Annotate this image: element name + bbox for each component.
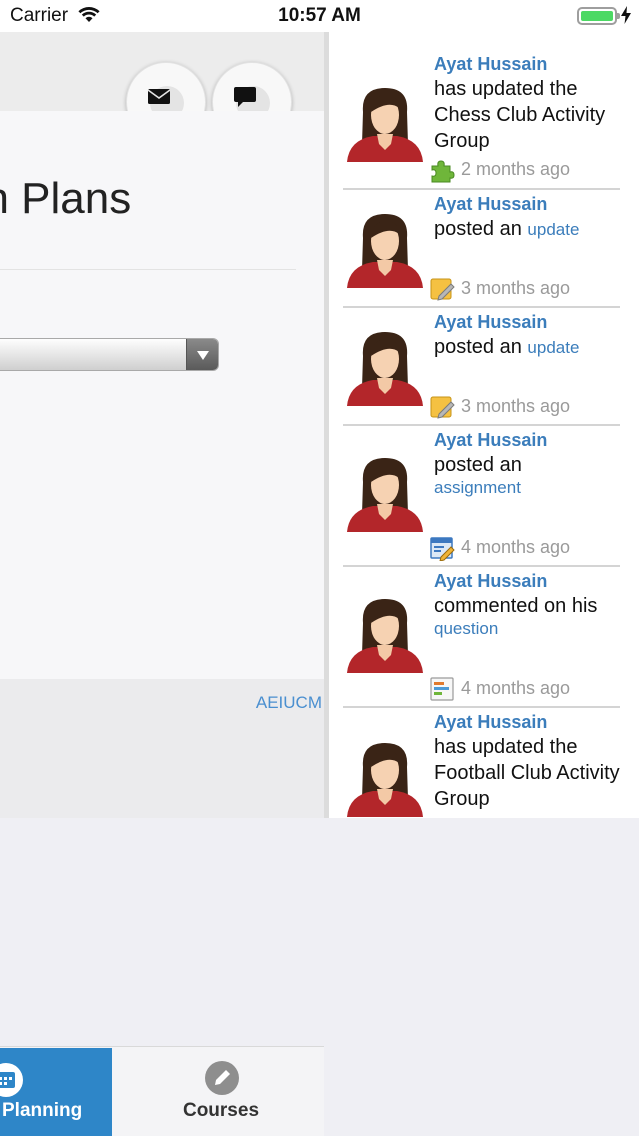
feed-text: posted an [434,336,522,358]
feed-author[interactable]: Ayat Hussain [434,192,624,216]
avatar [347,214,423,288]
feed-item[interactable]: Ayat Hussain has updated the Chess Club … [343,52,625,190]
feed-author[interactable]: Ayat Hussain [434,310,624,334]
tab-courses-label: Courses [182,1100,260,1121]
charging-bolt-icon [621,6,631,24]
feed-text: posted an [434,454,522,476]
tab-planning[interactable]: Planning [0,1048,112,1136]
calendar-icon [0,1063,23,1097]
feed-timestamp: 4 months ago [461,678,571,698]
feed-timestamp: 3 months ago [461,396,571,416]
puzzle-icon [431,160,455,183]
feed-text: has updated the Chess Club Activity Grou… [434,78,606,152]
feed-text: commented on his [434,595,598,617]
feed-link[interactable]: update [527,220,579,239]
status-bar: Carrier 10:57 AM [0,0,639,32]
feed-author[interactable]: Ayat Hussain [434,710,624,734]
question-icon [430,677,454,701]
avatar [347,332,423,406]
battery-icon [577,7,620,25]
activity-feed: Ayat Hussain has updated the Chess Club … [324,32,639,818]
page-title: on Plans [0,174,132,223]
feed-author[interactable]: Ayat Hussain [434,569,624,593]
feed-link[interactable]: update [527,338,579,357]
feed-timestamp: 3 months ago [461,278,571,298]
avatar [347,458,423,532]
feed-author[interactable]: Ayat Hussain [434,428,624,452]
tab-bar: Planning Courses [0,1046,324,1136]
feed-text: posted an [434,218,522,240]
feed-item[interactable]: Ayat Hussain commented on his question 4… [343,567,625,708]
footer-link[interactable]: AEIUCM [256,693,322,713]
footer: AEIUCM [0,679,324,818]
feed-link[interactable]: question [434,619,624,639]
plan-select[interactable] [0,338,219,371]
feed-link[interactable]: assignment [434,478,624,498]
note-pencil-icon [430,396,455,419]
assignment-icon [430,537,455,561]
pencil-icon [205,1061,239,1095]
avatar [347,743,423,817]
feed-author[interactable]: Ayat Hussain [434,52,624,76]
feed-text: has updated the Football Club Activity G… [434,736,620,810]
feed-item[interactable]: Ayat Hussain has updated the Football Cl… [343,708,625,818]
tab-planning-label: Planning [2,1100,83,1121]
feed-item[interactable]: Ayat Hussain posted an update 3 months a… [343,308,625,426]
feed-item[interactable]: Ayat Hussain posted an update 3 months a… [343,190,625,308]
tab-courses[interactable]: Courses [112,1048,324,1136]
feed-item[interactable]: Ayat Hussain posted an assignment 4 mont… [343,426,625,567]
divider [0,269,296,270]
avatar [347,599,423,673]
feed-timestamp: 4 months ago [461,537,571,557]
avatar [347,88,423,162]
chevron-down-icon [186,339,218,370]
status-time: 10:57 AM [278,5,361,26]
main-panel: on Plans AEIUCM [0,32,324,818]
note-pencil-icon [430,278,455,301]
feed-timestamp: 2 months ago [461,159,571,179]
